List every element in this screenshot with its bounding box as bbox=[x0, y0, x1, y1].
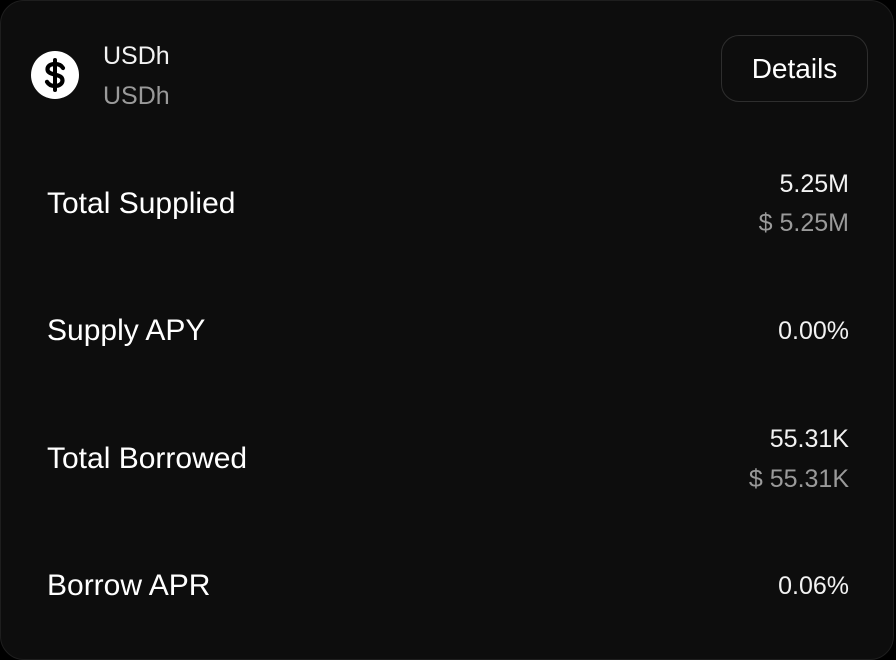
supply-apy-label: Supply APY bbox=[47, 314, 206, 347]
total-supplied-label: Total Supplied bbox=[47, 187, 236, 220]
total-supplied-value: 5.25M bbox=[779, 170, 849, 198]
total-borrowed-label: Total Borrowed bbox=[47, 442, 248, 475]
dollar-icon bbox=[31, 51, 79, 99]
details-button[interactable]: Details bbox=[721, 35, 868, 102]
borrow-apr-label: Borrow APR bbox=[47, 569, 211, 602]
total-supplied-usd-value: $ 5.25M bbox=[758, 209, 849, 237]
supply-apy-value: 0.00% bbox=[778, 317, 849, 345]
asset-symbol: USDh bbox=[103, 82, 170, 110]
borrow-apr-value: 0.06% bbox=[778, 572, 849, 600]
asset-name: USDh bbox=[103, 42, 170, 70]
total-borrowed-usd-value: $ 55.31K bbox=[748, 465, 849, 493]
market-card: USDh USDh Details Total Supplied 5.25M $… bbox=[0, 0, 894, 660]
total-borrowed-value: 55.31K bbox=[769, 425, 849, 453]
